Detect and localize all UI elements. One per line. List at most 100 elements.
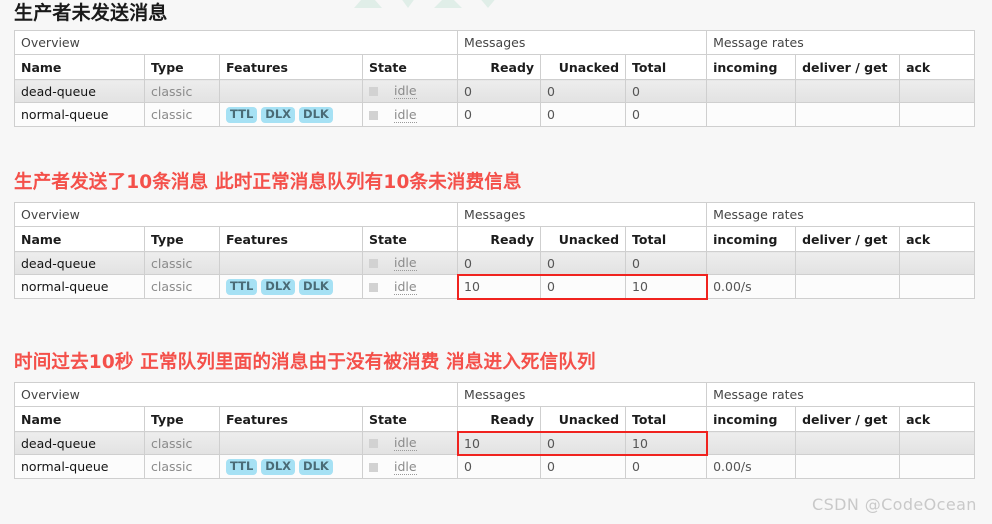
col-features[interactable]: Features: [219, 406, 363, 432]
state-indicator-icon: [369, 439, 378, 448]
feature-badge-dlk: DLK: [299, 279, 333, 295]
group-messages: Messages: [457, 382, 708, 407]
queue-rows-body: dead-queue classic idle 10 0 10 normal-queue cl…: [14, 431, 976, 479]
state-indicator-icon: [369, 87, 378, 96]
col-ack[interactable]: ack: [899, 406, 976, 432]
col-deliver-get[interactable]: deliver / get: [795, 226, 901, 252]
col-name[interactable]: Name: [14, 54, 145, 80]
col-deliver-get[interactable]: deliver / get: [795, 54, 901, 80]
queue-deliver-get-rate: [795, 454, 901, 479]
col-name[interactable]: Name: [14, 226, 145, 252]
col-features[interactable]: Features: [219, 54, 363, 80]
queue-total-count: 0: [625, 79, 708, 103]
feature-badge-ttl: TTL: [226, 279, 258, 295]
queue-total-count: 0: [625, 251, 708, 275]
feature-badge-dlx: DLX: [261, 279, 296, 295]
col-total[interactable]: Total: [625, 226, 708, 252]
table-row[interactable]: normal-queue classic TTL DLX DLK idle 10 0 10 0.0…: [14, 274, 976, 299]
section-heading: 生产者发送了10条消息 此时正常消息队列有10条未消费信息: [14, 172, 522, 193]
queue-table-wrapper: Overview Messages Message rates Name Typ…: [0, 30, 992, 127]
queue-name-link[interactable]: normal-queue: [14, 454, 145, 479]
queue-unacked-count: 0: [540, 102, 627, 127]
queue-unacked-count: 0: [540, 431, 627, 455]
group-message-rates: Message rates: [706, 202, 976, 227]
queue-type: classic: [144, 79, 220, 103]
state-indicator-icon: [369, 259, 378, 268]
queue-name-link[interactable]: normal-queue: [14, 102, 145, 127]
col-type[interactable]: Type: [144, 406, 220, 432]
queue-name-link[interactable]: dead-queue: [14, 431, 145, 455]
col-state[interactable]: State: [361, 54, 459, 80]
queue-ready-count: 0: [457, 454, 542, 479]
queue-type: classic: [144, 431, 220, 455]
queue-unacked-count: 0: [540, 79, 627, 103]
col-type[interactable]: Type: [144, 226, 220, 252]
state-label: idle: [394, 278, 417, 295]
queue-incoming-rate: [706, 79, 797, 103]
table-row[interactable]: normal-queue classic TTL DLX DLK idle 0 0 0 0.00/…: [14, 454, 976, 479]
queue-state: idle: [361, 454, 459, 479]
col-ack[interactable]: ack: [899, 226, 976, 252]
queue-name-link[interactable]: dead-queue: [14, 79, 145, 103]
state-indicator-icon: [369, 110, 378, 120]
queue-state: idle: [361, 79, 459, 103]
table-row[interactable]: dead-queue classic idle 0 0 0: [14, 251, 976, 275]
table-row[interactable]: dead-queue classic idle 0 0 0: [14, 79, 976, 103]
col-type[interactable]: Type: [144, 54, 220, 80]
col-total[interactable]: Total: [625, 54, 708, 80]
queue-state: idle: [361, 274, 459, 299]
queue-name-link[interactable]: normal-queue: [14, 274, 145, 299]
col-state[interactable]: State: [361, 406, 459, 432]
col-unacked[interactable]: Unacked: [540, 226, 627, 252]
col-incoming[interactable]: incoming: [706, 226, 797, 252]
queue-type: classic: [144, 454, 220, 479]
queue-features: TTL DLX DLK: [219, 274, 363, 299]
col-name[interactable]: Name: [14, 406, 145, 432]
col-incoming[interactable]: incoming: [706, 406, 797, 432]
queue-total-count: 10: [625, 431, 708, 455]
state-label: idle: [394, 106, 417, 123]
group-messages: Messages: [457, 30, 708, 55]
section-ten-messages-sent: 生产者发送了10条消息 此时正常消息队列有10条未消费信息 Overview M…: [0, 172, 992, 300]
state-label: idle: [394, 83, 417, 99]
feature-badge-ttl: TTL: [226, 107, 258, 123]
column-header-row: Name Type Features State Ready Unacked T…: [14, 54, 976, 80]
group-overview: Overview: [13, 202, 459, 227]
feature-badge-dlk: DLK: [299, 107, 333, 123]
queue-ready-count: 10: [457, 431, 542, 455]
col-deliver-get[interactable]: deliver / get: [795, 406, 901, 432]
section-heading: 生产者未发送消息: [14, 2, 168, 24]
col-features[interactable]: Features: [219, 226, 363, 252]
state-indicator-icon: [369, 462, 378, 472]
csdn-author-watermark: CSDN @CodeOcean: [812, 495, 977, 514]
queue-unacked-count: 0: [540, 454, 627, 479]
state-label: idle: [394, 458, 417, 475]
queue-deliver-get-rate: [795, 79, 901, 103]
queue-rows-body: dead-queue classic idle 0 0 0 normal-queue clas…: [14, 79, 976, 127]
col-incoming[interactable]: incoming: [706, 54, 797, 80]
section-no-messages-sent: 生产者未发送消息 Overview Messages Message rates: [0, 2, 992, 127]
queue-ready-count: 0: [457, 79, 542, 103]
col-unacked[interactable]: Unacked: [540, 54, 627, 80]
queue-ack-rate: [899, 274, 976, 299]
queue-name-link[interactable]: dead-queue: [14, 251, 145, 275]
col-state[interactable]: State: [361, 226, 459, 252]
col-ready[interactable]: Ready: [457, 406, 542, 432]
queue-ack-rate: [899, 454, 976, 479]
table-row[interactable]: dead-queue classic idle 10 0 10: [14, 431, 976, 455]
col-unacked[interactable]: Unacked: [540, 406, 627, 432]
queue-ack-rate: [899, 102, 976, 127]
queue-type: classic: [144, 251, 220, 275]
group-message-rates: Message rates: [706, 382, 976, 407]
col-ready[interactable]: Ready: [457, 54, 542, 80]
queue-deliver-get-rate: [795, 251, 901, 275]
queue-total-count: 0: [625, 454, 708, 479]
section-heading: 时间过去10秒 正常队列里面的消息由于没有被消费 消息进入死信队列: [14, 352, 596, 373]
state-indicator-icon: [369, 282, 378, 292]
group-message-rates: Message rates: [706, 30, 976, 55]
col-ready[interactable]: Ready: [457, 226, 542, 252]
table-row[interactable]: normal-queue classic TTL DLX DLK idle 0 0 0: [14, 102, 976, 127]
col-total[interactable]: Total: [625, 406, 708, 432]
queue-ack-rate: [899, 79, 976, 103]
col-ack[interactable]: ack: [899, 54, 976, 80]
